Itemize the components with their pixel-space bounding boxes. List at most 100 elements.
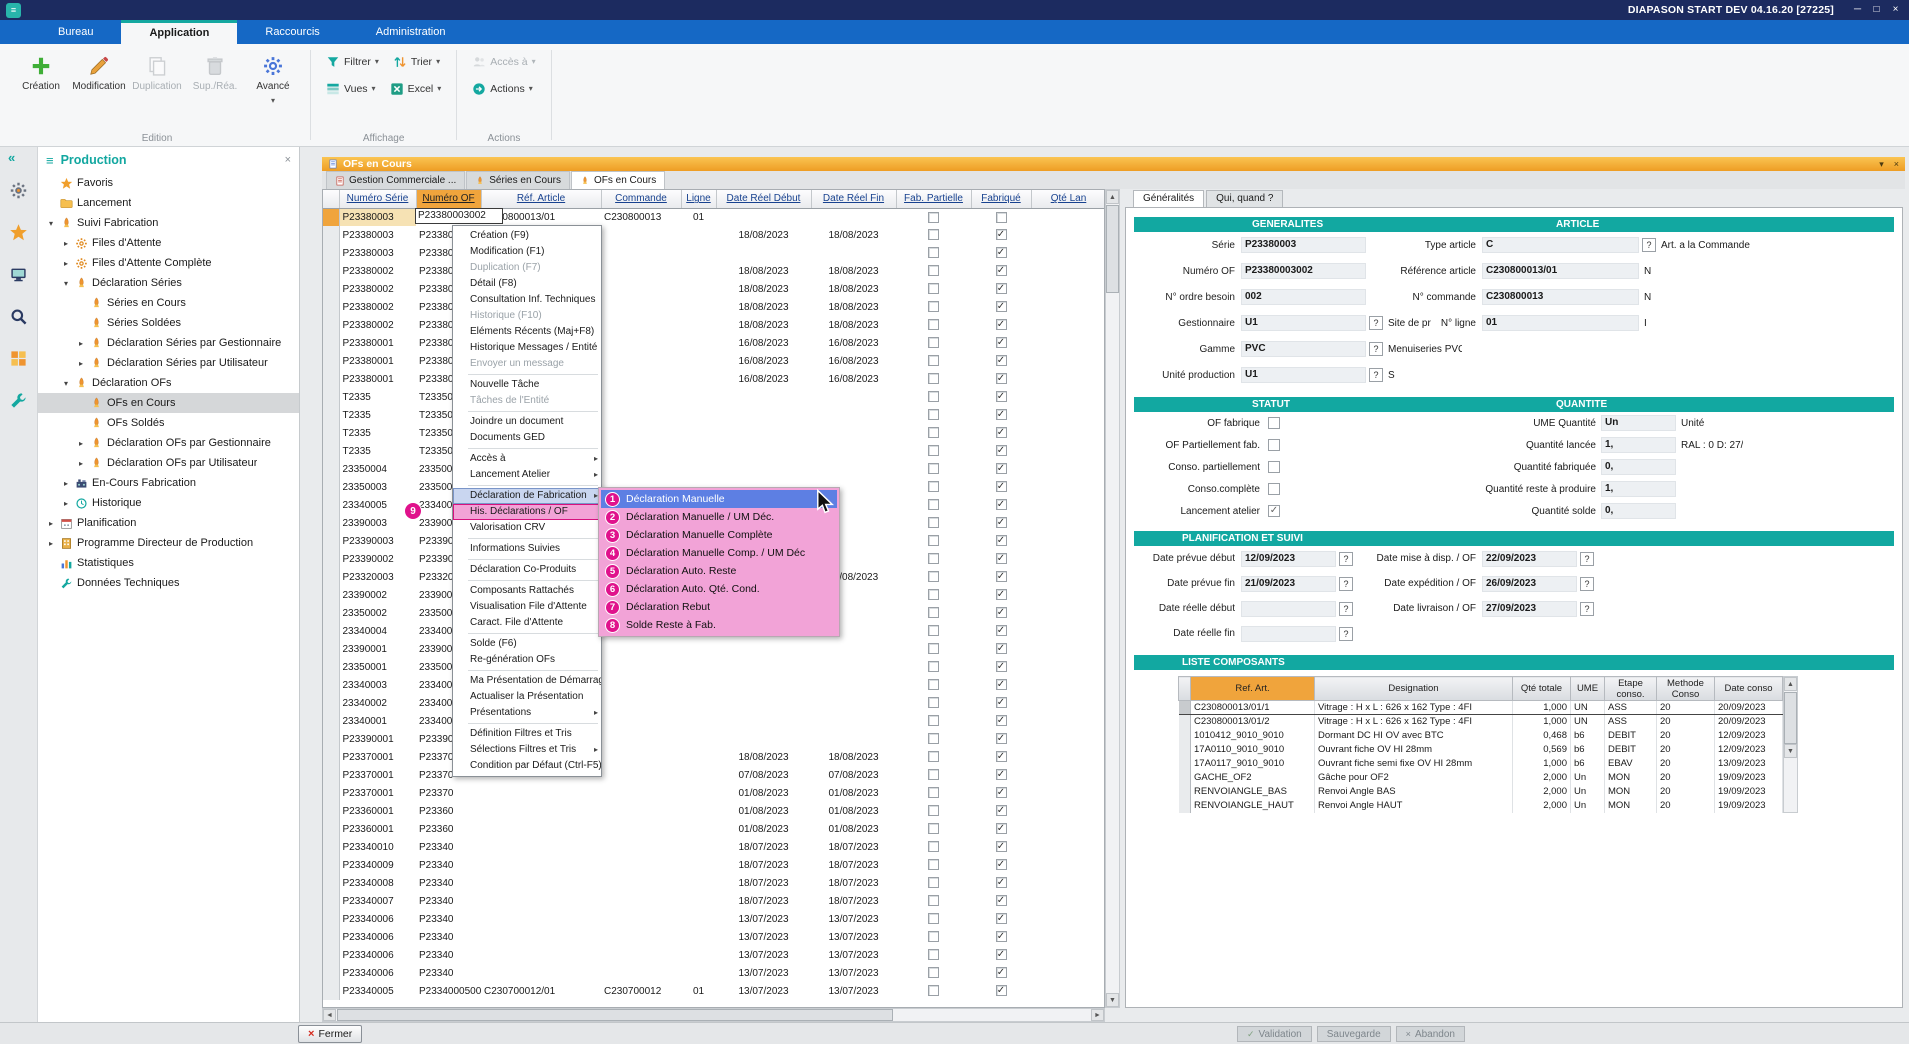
fab-partielle-checkbox[interactable]	[928, 247, 939, 258]
table-row[interactable]: P23380002P2338018/08/202318/08/2023✓	[323, 316, 1105, 334]
fab-partielle-checkbox[interactable]	[928, 967, 939, 978]
fab-partielle-checkbox[interactable]	[928, 229, 939, 240]
fabrique-checkbox[interactable]: ✓	[996, 697, 1007, 708]
fab-partielle-checkbox[interactable]	[928, 337, 939, 348]
view-menu-icon[interactable]: ▾	[1879, 159, 1884, 170]
tab-gestion-commerciale[interactable]: Gestion Commerciale ...	[326, 171, 465, 189]
column-header-r-f-article[interactable]: Réf. Article	[481, 190, 601, 208]
menu-administration[interactable]: Administration	[348, 20, 474, 44]
scroll-thumb[interactable]	[337, 1009, 893, 1021]
table-row[interactable]: P23360001P2336001/08/202301/08/2023✓	[323, 802, 1105, 820]
fab-partielle-checkbox[interactable]	[928, 607, 939, 618]
column-header-fab-partielle[interactable]: Fab. Partielle	[896, 190, 971, 208]
scroll-up-icon[interactable]: ▲	[1106, 190, 1119, 204]
composants-scrollbar[interactable]: ▲ ▼	[1783, 676, 1798, 813]
menu-item-joindre-un-document[interactable]: Joindre un document	[453, 414, 601, 430]
menu-item-d-claration-co-produits[interactable]: Déclaration Co-Produits	[453, 562, 601, 578]
sidebar-item-d-claration-ofs-par-gestionnaire[interactable]: ▸Déclaration OFs par Gestionnaire	[38, 433, 299, 453]
fab-partielle-checkbox[interactable]	[928, 931, 939, 942]
table-row[interactable]: P23380001P2338016/08/202316/08/2023✓	[323, 334, 1105, 352]
scroll-left-icon[interactable]: ◄	[323, 1009, 336, 1021]
date-field-date-pr-vue-d-but[interactable]: 12/09/2023	[1241, 551, 1336, 567]
scroll-up-icon[interactable]: ▲	[1784, 677, 1797, 691]
table-row[interactable]: 23340001233400✓	[323, 712, 1105, 730]
fab-partielle-checkbox[interactable]	[928, 445, 939, 456]
composant-row[interactable]: 17A0117_9010_9010Ouvrant fiche semi fixe…	[1179, 757, 1783, 771]
field-value-ume-quantit[interactable]: Un	[1601, 415, 1676, 431]
table-row[interactable]: P23360001P2336001/08/202301/08/2023✓	[323, 820, 1105, 838]
fabrique-checkbox[interactable]: ✓	[996, 751, 1007, 762]
fabrique-checkbox[interactable]: ✓	[996, 319, 1007, 330]
fab-partielle-checkbox[interactable]	[928, 913, 939, 924]
fabrique-checkbox[interactable]: ✓	[996, 445, 1007, 456]
status-checkbox-lancement-atelier[interactable]: ✓	[1268, 505, 1280, 517]
fab-partielle-checkbox[interactable]	[928, 895, 939, 906]
menu-item-ma-pr-sentation-de-d-marrage[interactable]: Ma Présentation de Démarrage	[453, 673, 601, 689]
rail-data-tables-button[interactable]	[5, 343, 33, 373]
table-row[interactable]: T2335T23350✓	[323, 442, 1105, 460]
fab-partielle-checkbox[interactable]	[928, 427, 939, 438]
menu-item-lancement-atelier[interactable]: Lancement Atelier▸	[453, 467, 601, 483]
fab-partielle-checkbox[interactable]	[928, 463, 939, 474]
field-value-quantit-lanc-e[interactable]: 1,	[1601, 437, 1676, 453]
fab-partielle-checkbox[interactable]	[928, 589, 939, 600]
trier-button[interactable]: Trier▾	[386, 50, 447, 73]
avanc-button[interactable]: Avancé▾	[244, 48, 302, 112]
rail-desktop-button[interactable]	[5, 259, 33, 289]
help-button[interactable]: ?	[1369, 342, 1383, 356]
menu-item-nouvelle-t-che[interactable]: Nouvelle Tâche	[453, 377, 601, 393]
sidebar-item-suivi-fabrication[interactable]: ▾Suivi Fabrication	[38, 213, 299, 233]
table-row[interactable]: P23340005P23340005005C230700012/01C23070…	[323, 982, 1105, 1000]
fabrique-checkbox[interactable]: ✓	[996, 355, 1007, 366]
column-header-date-r-el-d-but[interactable]: Date Réel Début	[716, 190, 811, 208]
field-value-unit-production[interactable]: U1	[1241, 367, 1366, 383]
comp-column-ume[interactable]: UME	[1571, 677, 1605, 701]
calendar-help-button[interactable]: ?	[1339, 627, 1353, 641]
fabrique-checkbox[interactable]: ✓	[996, 985, 1007, 996]
table-row[interactable]: 23340002233400✓	[323, 694, 1105, 712]
table-row[interactable]: P23380001P2338016/08/202316/08/2023✓	[323, 352, 1105, 370]
submenu-item-d-claration-rebut[interactable]: 7Déclaration Rebut	[601, 598, 837, 616]
menu-item-modification-f1[interactable]: Modification (F1)	[453, 244, 601, 260]
sidebar-item-ofs-en-cours[interactable]: OFs en Cours	[38, 393, 299, 413]
submenu-item-solde-reste-fab[interactable]: 8Solde Reste à Fab.	[601, 616, 837, 634]
sidebar-close-icon[interactable]: ×	[285, 154, 291, 166]
detail-tab-g-n-ralit-s[interactable]: Généralités	[1133, 190, 1204, 207]
menu-item-his-d-clarations-of[interactable]: His. Déclarations / OF	[453, 504, 601, 520]
fabrique-checkbox[interactable]	[996, 212, 1007, 223]
fabrique-checkbox[interactable]: ✓	[996, 715, 1007, 726]
table-row[interactable]: T2335T23350✓	[323, 388, 1105, 406]
fabrique-checkbox[interactable]: ✓	[996, 499, 1007, 510]
table-row[interactable]: P23340007P2334018/07/202318/07/2023✓	[323, 892, 1105, 910]
table-row[interactable]: P23340009P2334018/07/202318/07/2023✓	[323, 856, 1105, 874]
table-row[interactable]: P23390001P23390✓	[323, 730, 1105, 748]
fabrique-checkbox[interactable]: ✓	[996, 409, 1007, 420]
scroll-right-icon[interactable]: ►	[1091, 1009, 1104, 1021]
table-row[interactable]: T2335T23350✓	[323, 424, 1105, 442]
fabrique-checkbox[interactable]: ✓	[996, 463, 1007, 474]
fabrique-checkbox[interactable]: ✓	[996, 337, 1007, 348]
sidebar-item-d-claration-s-ries-par-gestionnaire[interactable]: ▸Déclaration Séries par Gestionnaire	[38, 333, 299, 353]
fabrique-checkbox[interactable]: ✓	[996, 787, 1007, 798]
fabrique-checkbox[interactable]: ✓	[996, 301, 1007, 312]
composant-row[interactable]: C230800013/01/2Vitrage : H x L : 626 x 1…	[1179, 715, 1783, 729]
menu-application[interactable]: Application	[121, 20, 237, 44]
fab-partielle-checkbox[interactable]	[928, 553, 939, 564]
table-row[interactable]: P23340010P2334018/07/202318/07/2023✓	[323, 838, 1105, 856]
fabrique-checkbox[interactable]: ✓	[996, 283, 1007, 294]
fab-partielle-checkbox[interactable]	[928, 355, 939, 366]
scroll-thumb[interactable]	[1106, 205, 1119, 293]
date-field-date-exp-dition-of[interactable]: 26/09/2023	[1482, 576, 1577, 592]
fabrique-checkbox[interactable]: ✓	[996, 265, 1007, 276]
submenu-item-d-claration-manuelle-um-d-c[interactable]: 2Déclaration Manuelle / UM Déc.	[601, 508, 837, 526]
date-field-date-pr-vue-fin[interactable]: 21/09/2023	[1241, 576, 1336, 592]
menu-item-re-g-n-ration-ofs[interactable]: Re-génération OFs	[453, 652, 601, 668]
fabrique-checkbox[interactable]: ✓	[996, 481, 1007, 492]
minimize-button[interactable]: ─	[1848, 2, 1867, 18]
expander-icon[interactable]: ▾	[61, 279, 71, 288]
fab-partielle-checkbox[interactable]	[928, 805, 939, 816]
field-value-r-f-rence-article[interactable]: C230800013/01	[1482, 263, 1639, 279]
fermer-button[interactable]: × Fermer	[298, 1025, 362, 1043]
fabrique-checkbox[interactable]: ✓	[996, 607, 1007, 618]
column-header-ligne[interactable]: Ligne	[681, 190, 716, 208]
